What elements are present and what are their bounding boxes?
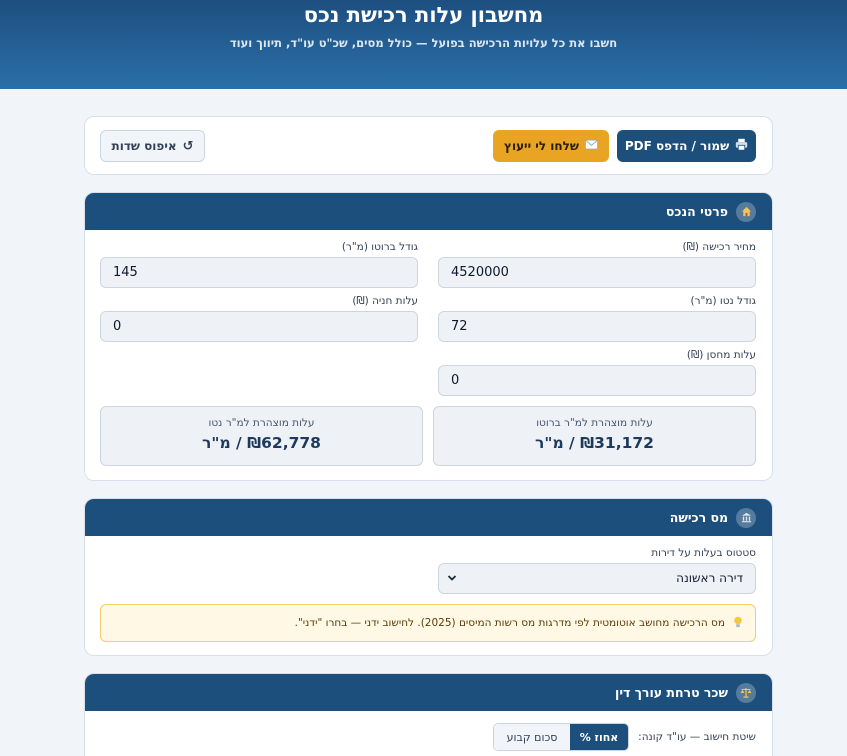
toolbar: שמור / הדפס PDF שלחו לי ייעוץ ↺ איפוס שד… <box>84 116 773 175</box>
ownership-status-select[interactable]: דירה ראשונה <box>438 563 756 594</box>
chevron-down-icon <box>447 564 457 604</box>
reset-fields-label: איפוס שדות <box>111 139 177 153</box>
net-cost-value: ₪62,778 / מ"ר <box>202 434 321 452</box>
purchase-tax-title: מס רכישה <box>669 510 728 525</box>
ownership-status-value: דירה ראשונה <box>676 571 743 585</box>
tax-notice: מס הרכישה מחושב אוטומטית לפי מדרגות מס ר… <box>100 604 756 642</box>
storage-cost-label: עלות מחסן (₪) <box>686 349 756 361</box>
lawyer-fee-card: שכר טרחת עורך דין שיטת חישוב — עו"ד קונה… <box>84 673 773 756</box>
ownership-status-label: סטטוס בעלות על דירות <box>651 547 756 559</box>
percent-option[interactable]: אחוז % <box>570 724 628 750</box>
parking-cost-label: עלות חניה (₪) <box>352 295 418 307</box>
lawyer-fee-header: שכר טרחת עורך דין <box>85 674 772 711</box>
printer-icon <box>735 138 748 154</box>
reset-fields-button[interactable]: ↺ איפוס שדות <box>100 130 205 162</box>
parking-cost-input[interactable]: 0 <box>100 311 418 342</box>
gross-size-label: גודל ברוטו (מ"ר) <box>341 241 418 253</box>
calc-method-toggle: אחוז % סכום קבוע <box>493 723 629 751</box>
property-details-header: פרטי הנכס <box>85 193 772 230</box>
gross-cost-value: ₪31,172 / מ"ר <box>535 434 654 452</box>
gross-cost-per-sqm: עלות מוצהרת למ"ר ברוטו ₪31,172 / מ"ר <box>433 406 756 466</box>
storage-cost-input[interactable]: 0 <box>438 365 756 396</box>
tax-notice-text: מס הרכישה מחושב אוטומטית לפי מדרגות מס ר… <box>294 617 725 629</box>
scales-icon <box>736 682 756 703</box>
property-details-title: פרטי הנכס <box>665 204 728 219</box>
net-size-input[interactable]: 72 <box>438 311 756 342</box>
envelope-icon <box>585 139 598 153</box>
page-header: מחשבון עלות רכישת נכס חשבו את כל עלויות … <box>0 0 847 89</box>
gross-size-input[interactable]: 145 <box>100 257 418 288</box>
gross-cost-label: עלות מוצהרת למ"ר ברוטו <box>536 417 653 429</box>
send-advice-label: שלחו לי ייעוץ <box>504 139 579 153</box>
lawyer-fee-title: שכר טרחת עורך דין <box>615 685 728 700</box>
purchase-tax-header: מס רכישה <box>85 499 772 536</box>
print-pdf-label: שמור / הדפס PDF <box>624 139 730 153</box>
page-subtitle: חשבו את כל עלויות הרכישה בפועל — כולל מס… <box>229 36 618 50</box>
purchase-tax-card: מס רכישה סטטוס בעלות על דירות דירה ראשונ… <box>84 498 773 656</box>
purchase-price-input[interactable]: 4520000 <box>438 257 756 288</box>
lightbulb-icon <box>733 616 743 631</box>
net-cost-per-sqm: עלות מוצהרת למ"ר נטו ₪62,778 / מ"ר <box>100 406 423 466</box>
page-title: מחשבון עלות רכישת נכס <box>303 3 544 27</box>
print-pdf-button[interactable]: שמור / הדפס PDF <box>617 130 756 162</box>
purchase-price-label: מחיר רכישה (₪) <box>682 241 757 253</box>
fixed-amount-option[interactable]: סכום קבוע <box>494 724 570 750</box>
net-size-label: גודל נטו (מ"ר) <box>690 295 756 307</box>
net-cost-label: עלות מוצהרת למ"ר נטו <box>208 417 315 429</box>
property-details-card: פרטי הנכס מחיר רכישה (₪) 4520000 גודל בר… <box>84 192 773 481</box>
bank-icon <box>736 507 756 528</box>
calc-method-label: שיטת חישוב — עו"ד קונה: <box>638 731 756 743</box>
send-advice-button[interactable]: שלחו לי ייעוץ <box>493 130 609 162</box>
refresh-icon: ↺ <box>182 138 194 154</box>
house-icon <box>736 201 756 222</box>
